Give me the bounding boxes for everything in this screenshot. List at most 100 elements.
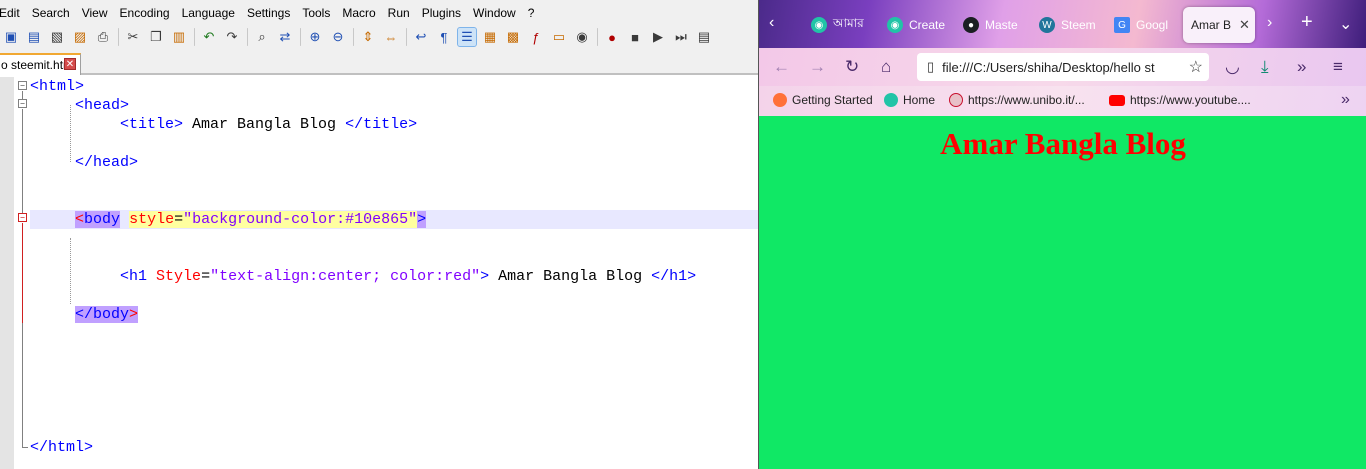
toolbar-divider — [300, 28, 301, 46]
run-macro-multiple-icon[interactable]: ⏭ — [672, 28, 690, 46]
find-icon[interactable]: ⌕ — [253, 28, 271, 46]
chevron-right-icon[interactable]: › — [1267, 14, 1272, 32]
close-file-icon[interactable]: ▧ — [48, 28, 66, 46]
function-list-icon[interactable]: ƒ — [527, 28, 545, 46]
hamburger-menu-icon[interactable]: ≡ — [1333, 57, 1343, 77]
browser-tab-1[interactable]: ◉ আমার — [811, 7, 883, 43]
show-all-chars-icon[interactable]: ¶ — [435, 28, 453, 46]
code-token: style="background-color:#10e865" — [129, 211, 418, 228]
pocket-icon[interactable]: ◡ — [1225, 57, 1240, 77]
fold-line — [22, 223, 23, 323]
browser-tab-3[interactable]: ● Maste — [963, 7, 1031, 43]
menu-language[interactable]: Language — [176, 6, 241, 20]
back-icon[interactable]: ← — [773, 57, 790, 77]
url-text[interactable]: file:///C:/Users/shiha/Desktop/hello st — [942, 60, 1154, 75]
forward-icon[interactable]: → — [809, 57, 826, 77]
save-all-icon[interactable]: ▤ — [25, 28, 43, 46]
code-token: Amar Bangla Blog — [489, 268, 652, 285]
menu-run[interactable]: Run — [382, 6, 416, 20]
cut-icon[interactable]: ✂ — [124, 28, 142, 46]
browser-tab-4[interactable]: W Steem — [1039, 7, 1107, 43]
bookmarks-toolbar: Getting Started Home https://www.unibo.i… — [759, 86, 1366, 116]
doc-map-icon[interactable]: ▩ — [504, 28, 522, 46]
browser-tab-active[interactable]: Amar B ✕ — [1183, 7, 1255, 43]
fold-line — [22, 323, 23, 447]
menu-help[interactable]: ? — [522, 6, 541, 20]
menu-tools[interactable]: Tools — [296, 6, 336, 20]
browser-tab-5[interactable]: G Googl — [1114, 7, 1180, 43]
save-macro-icon[interactable]: ▤ — [695, 28, 713, 46]
undo-icon[interactable]: ↶ — [200, 28, 218, 46]
paste-icon[interactable]: ▥ — [170, 28, 188, 46]
print-icon[interactable]: ⎙ — [94, 28, 112, 46]
browser-tab-label: Maste — [985, 18, 1018, 32]
code-line-2: <head> — [30, 96, 129, 115]
word-wrap-icon[interactable]: ↩ — [412, 28, 430, 46]
code-token: </head> — [75, 154, 139, 171]
fold-toggle-icon[interactable]: − — [18, 213, 27, 222]
address-bar[interactable]: ▯ file:///C:/Users/shiha/Desktop/hello s… — [917, 53, 1209, 81]
new-tab-icon[interactable]: + — [1301, 11, 1313, 34]
udl-icon[interactable]: ▦ — [481, 28, 499, 46]
fold-toggle-icon[interactable]: − — [18, 81, 27, 90]
firefox-window: ‹ ◉ আমার ◉ Create ● Maste W Steem G Goog… — [758, 0, 1366, 469]
close-icon[interactable]: ✕ — [1239, 17, 1250, 33]
bookmarks-overflow-icon[interactable]: » — [1341, 91, 1350, 109]
replace-icon[interactable]: ⇄ — [276, 28, 294, 46]
bookmark-unibo[interactable]: https://www.unibo.it/... — [949, 93, 1085, 107]
bookmark-getting-started[interactable]: Getting Started — [773, 93, 873, 107]
page-content: Amar Bangla Blog — [759, 116, 1366, 469]
browser-tab-2[interactable]: ◉ Create — [887, 7, 959, 43]
bookmark-star-icon[interactable]: ☆ — [1189, 57, 1203, 77]
bookmark-label: Home — [903, 93, 936, 107]
save-icon[interactable]: ▣ — [2, 28, 20, 46]
menu-plugins[interactable]: Plugins — [416, 6, 467, 20]
sync-vertical-icon[interactable]: ⇕ — [359, 28, 377, 46]
notepadpp-window: Edit Search View Encoding Language Setti… — [0, 0, 758, 469]
browser-tab-label: আমার — [833, 16, 864, 30]
close-icon[interactable]: ✕ — [64, 58, 76, 70]
toolbar-divider — [247, 28, 248, 46]
menu-settings[interactable]: Settings — [241, 6, 296, 20]
sync-horizontal-icon[interactable]: ⇔ — [382, 28, 400, 46]
code-token: Amar Bangla Blog — [183, 116, 346, 133]
code-token: > — [480, 268, 490, 285]
fold-end — [22, 447, 28, 448]
chevron-left-icon[interactable]: ‹ — [769, 14, 774, 32]
menu-window[interactable]: Window — [467, 6, 522, 20]
zoom-in-icon[interactable]: ⊕ — [306, 28, 324, 46]
folder-workspace-icon[interactable]: ▭ — [550, 28, 568, 46]
extensions-overflow-icon[interactable]: » — [1297, 57, 1306, 77]
downloads-icon[interactable]: ⤓ — [1261, 57, 1269, 77]
menu-macro[interactable]: Macro — [336, 6, 381, 20]
zoom-out-icon[interactable]: ⊖ — [329, 28, 347, 46]
copy-icon[interactable]: ❐ — [147, 28, 165, 46]
bookmark-label: https://www.youtube.... — [1130, 93, 1251, 107]
code-line-1: <html> — [30, 77, 84, 96]
bookmark-youtube[interactable]: https://www.youtube.... — [1109, 93, 1251, 107]
indent-guide-icon[interactable]: ☰ — [457, 27, 477, 47]
record-macro-icon[interactable]: ● — [603, 28, 621, 46]
close-all-icon[interactable]: ▨ — [71, 28, 89, 46]
menu-encoding[interactable]: Encoding — [114, 6, 176, 20]
bookmark-home[interactable]: Home — [884, 93, 935, 107]
menu-view[interactable]: View — [76, 6, 114, 20]
chevron-down-icon[interactable]: ⌄ — [1339, 14, 1352, 34]
play-macro-icon[interactable]: ▶ — [649, 28, 667, 46]
code-editor[interactable]: − − − <html> <head> <title> Amar Bangla … — [0, 77, 758, 469]
code-token: <head> — [75, 97, 130, 114]
menu-edit[interactable]: Edit — [0, 6, 26, 20]
reload-icon[interactable]: ↻ — [845, 57, 859, 77]
stop-macro-icon[interactable]: ■ — [626, 28, 644, 46]
monitoring-icon[interactable]: ◉ — [573, 28, 591, 46]
fold-toggle-icon[interactable]: − — [18, 99, 27, 108]
steemit-icon: ◉ — [811, 17, 827, 33]
home-icon[interactable]: ⌂ — [881, 57, 891, 77]
toolbar-divider — [597, 28, 598, 46]
redo-icon[interactable]: ↷ — [223, 28, 241, 46]
fold-line — [22, 109, 23, 213]
code-token: = — [201, 268, 211, 285]
code-line-11: <h1 Style="text-align:center; color:red"… — [30, 267, 696, 286]
menu-search[interactable]: Search — [26, 6, 76, 20]
tab-steemit-html[interactable]: o steemit.html ✕ — [0, 53, 81, 75]
